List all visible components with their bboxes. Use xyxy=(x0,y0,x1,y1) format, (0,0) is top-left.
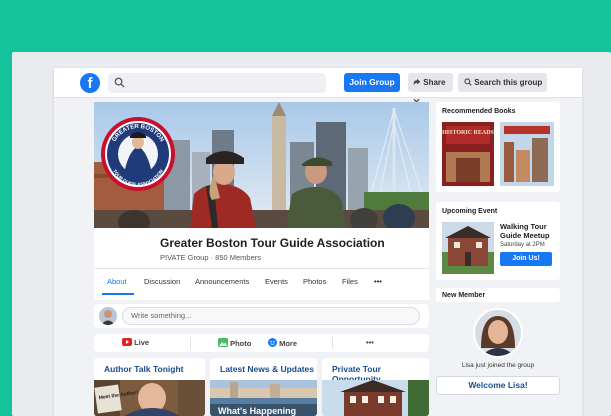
recommended-books-title: Recommended Books xyxy=(442,108,516,115)
photo-icon xyxy=(218,338,228,347)
join-group-button[interactable]: Join Group xyxy=(344,73,400,92)
harbor-photo: What's Happening xyxy=(210,380,317,416)
post-composer: Write something... xyxy=(94,304,429,328)
tab-discussion[interactable]: Discussion xyxy=(144,277,180,286)
card-private-tour[interactable]: Private Tour Opportunity xyxy=(322,358,429,416)
tab-announcements[interactable]: Announcements xyxy=(195,277,249,286)
composer-actions: Live Photo More ••• xyxy=(94,334,429,352)
book-title: HISTORIC READS xyxy=(442,130,494,136)
upcoming-event-title: Upcoming Event xyxy=(442,208,498,215)
cover-photo: GREATER BOSTON TOUR GUIDE ASSOCIATION xyxy=(94,102,429,228)
upcoming-event-box: Upcoming Event Walking Tour Guide Meetup… xyxy=(436,202,560,280)
tab-about[interactable]: About xyxy=(107,277,127,286)
write-something-input[interactable]: Write something... xyxy=(122,307,420,325)
more-label: More xyxy=(279,339,298,348)
group-tabs: About Discussion Announcements Events Ph… xyxy=(94,268,429,295)
group-title: Greater Boston Tour Guide Association xyxy=(160,236,385,250)
author-photo: Meet the Author! xyxy=(94,380,205,416)
avatar xyxy=(99,307,117,325)
search-group-button[interactable]: Search this group xyxy=(458,73,547,92)
welcome-button[interactable]: Welcome Lisa! xyxy=(436,376,560,395)
group-header: Greater Boston Tour Guide Association PI… xyxy=(94,228,429,300)
tab-files[interactable]: Files xyxy=(342,277,358,286)
card-author-talk[interactable]: Author Talk Tonight Meet the Author! xyxy=(94,358,205,416)
search-group-label: Search this group xyxy=(474,78,543,87)
live-button[interactable]: Live xyxy=(122,338,149,347)
share-icon xyxy=(413,78,421,86)
card-latest-news[interactable]: Latest News & Updates What's Happening xyxy=(210,358,317,416)
main-column: GREATER BOSTON TOUR GUIDE ASSOCIATION Gr… xyxy=(94,102,429,416)
search-icon xyxy=(464,78,472,86)
photo-button[interactable]: Photo xyxy=(218,338,251,348)
tab-photos[interactable]: Photos xyxy=(303,277,326,286)
recommended-books-box: Recommended Books HISTORIC READS xyxy=(436,102,560,192)
more-button[interactable]: More xyxy=(268,338,297,348)
group-subtitle: PIVATE Group · 850 Members xyxy=(160,253,262,262)
card-overlay-text: What's Happening xyxy=(218,406,296,416)
live-video-icon xyxy=(122,338,132,346)
divider xyxy=(332,337,333,349)
photo-label: Photo xyxy=(230,339,252,348)
event-name: Walking Tour Guide Meetup xyxy=(500,222,550,240)
new-member-box: New Member xyxy=(436,288,560,302)
event-time: Saturday at 2PM xyxy=(500,242,545,248)
search-icon xyxy=(114,77,125,88)
member-joined-text: Lisa just joined the group xyxy=(461,362,535,369)
share-button[interactable]: Share xyxy=(408,73,453,103)
facebook-logo-icon[interactable]: f xyxy=(80,73,100,93)
divider xyxy=(190,337,191,349)
house-photo xyxy=(322,380,429,416)
book-covers[interactable]: HISTORIC READS xyxy=(442,122,554,186)
cover-illustration: GREATER BOSTON TOUR GUIDE ASSOCIATION xyxy=(94,102,429,228)
active-tab-indicator xyxy=(102,293,134,295)
tab-more[interactable]: ••• xyxy=(374,277,382,286)
smiley-icon xyxy=(268,338,277,347)
avatar[interactable] xyxy=(473,308,523,358)
tab-events[interactable]: Events xyxy=(265,277,288,286)
join-event-button[interactable]: Join Us! xyxy=(500,252,552,266)
event-photo xyxy=(442,222,494,274)
facebook-group-window: f Join Group Share Search this group GRE… xyxy=(54,68,582,416)
backdrop-panel: f Join Group Share Search this group GRE… xyxy=(12,52,611,416)
top-bar: f Join Group Share Search this group xyxy=(54,68,582,103)
card-title: Author Talk Tonight xyxy=(104,364,184,374)
share-label: Share xyxy=(423,78,446,87)
live-label: Live xyxy=(134,338,150,347)
new-member-title: New Member xyxy=(442,292,486,299)
card-title: Latest News & Updates xyxy=(220,364,314,374)
search-input[interactable] xyxy=(108,73,326,93)
more-options-button[interactable]: ••• xyxy=(366,338,374,347)
feature-cards: Author Talk Tonight Meet the Author! Lat… xyxy=(94,358,429,416)
